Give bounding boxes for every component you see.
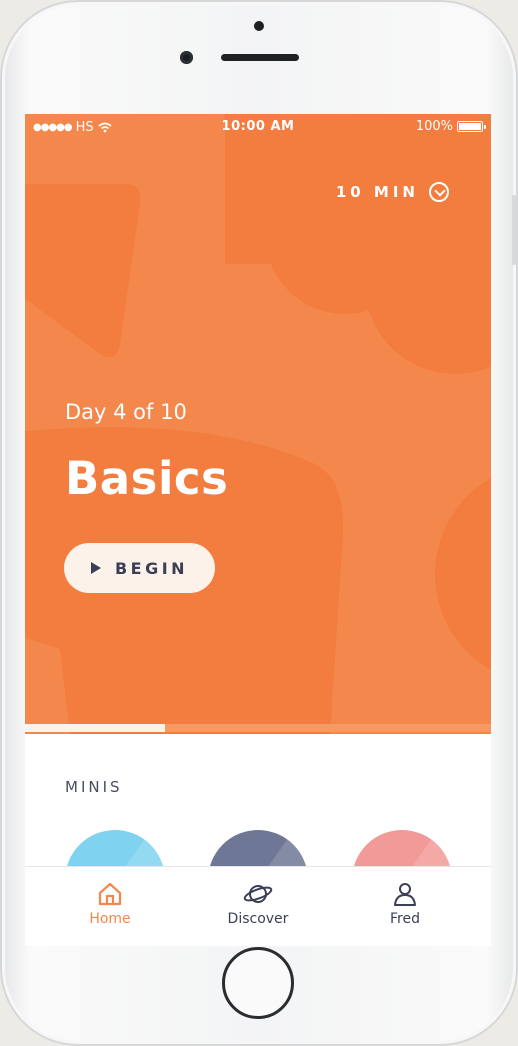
home-button[interactable]: [222, 947, 294, 1019]
minis-heading: MINIS: [65, 778, 123, 796]
app-screen: ●●●●● HS 10:00 AM 100% 10 MIN Day 4 of 1…: [25, 114, 491, 946]
duration-label: 10 MIN: [335, 183, 419, 201]
tab-bar: Home Discover Fred: [25, 866, 491, 946]
battery-percent: 100%: [415, 119, 453, 134]
home-icon: [98, 882, 122, 906]
course-progress-fill: [25, 724, 165, 732]
battery-icon: [457, 121, 486, 132]
earpiece-speaker: [221, 54, 299, 61]
session-hero: ●●●●● HS 10:00 AM 100% 10 MIN Day 4 of 1…: [25, 114, 491, 734]
session-day: Day 4 of 10: [65, 400, 187, 424]
hero-background-shapes: [25, 114, 491, 734]
status-bar: ●●●●● HS 10:00 AM 100%: [25, 114, 491, 140]
planet-icon: [243, 885, 273, 903]
triangle-shape: [25, 184, 141, 358]
tab-home[interactable]: Home: [55, 881, 165, 927]
side-button: [512, 195, 516, 265]
begin-button[interactable]: BEGIN: [64, 543, 215, 593]
tab-discover-label: Discover: [227, 911, 289, 927]
tab-discover[interactable]: Discover: [203, 881, 313, 927]
sensor-dot: [254, 21, 264, 31]
phone-frame: ●●●●● HS 10:00 AM 100% 10 MIN Day 4 of 1…: [0, 0, 518, 1046]
play-icon: [90, 562, 101, 574]
person-icon: [394, 883, 416, 906]
circle-shape: [435, 478, 491, 670]
tab-profile-label: Fred: [390, 911, 420, 927]
begin-label: BEGIN: [114, 558, 189, 578]
tab-home-label: Home: [89, 911, 131, 927]
front-camera: [180, 51, 193, 64]
session-title: Basics: [65, 452, 229, 505]
chevron-down-icon: [429, 182, 449, 202]
duration-selector[interactable]: 10 MIN: [336, 182, 449, 202]
tab-profile[interactable]: Fred: [350, 881, 460, 927]
battery-info: 100%: [415, 119, 486, 134]
